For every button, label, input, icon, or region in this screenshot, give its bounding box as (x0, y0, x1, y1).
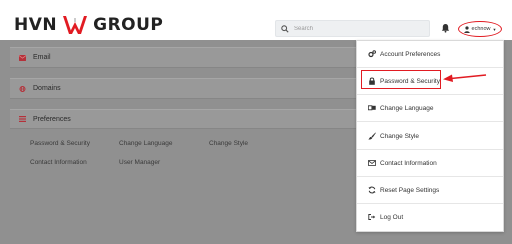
pref-link-user-manager[interactable]: User Manager (119, 159, 160, 166)
envelope-icon (19, 54, 26, 61)
logo-text-right: GROUP (93, 15, 164, 35)
user-name: echnow (471, 26, 491, 32)
menu-item-label: Reset Page Settings (380, 186, 440, 194)
pref-link-change-style[interactable]: Change Style (209, 140, 248, 147)
top-bar: HVN GROUP echnow ▼ (0, 0, 512, 40)
menu-item-log-out[interactable]: Log Out (357, 204, 503, 230)
envelope-outline-icon (368, 160, 376, 166)
refresh-icon (368, 186, 376, 194)
preferences-panel-title: Preferences (33, 115, 71, 123)
menu-item-label: Change Style (380, 132, 420, 140)
pref-link-password-security[interactable]: Password & Security (30, 140, 90, 147)
bell-icon[interactable] (441, 23, 450, 33)
email-panel[interactable]: Email (10, 47, 356, 68)
red-arrow-annotation (443, 74, 487, 82)
domains-panel[interactable]: Domains (10, 78, 356, 99)
sign-out-icon (368, 214, 376, 220)
menu-item-reset-page-settings[interactable]: Reset Page Settings (357, 177, 503, 203)
search-icon (281, 24, 289, 33)
caret-down-icon: ▼ (492, 26, 497, 32)
list-icon (19, 116, 26, 122)
pref-link-change-language[interactable]: Change Language (119, 140, 173, 147)
email-panel-title: Email (33, 54, 51, 61)
hvn-group-logo[interactable]: HVN GROUP (14, 14, 163, 36)
logo-mark-icon (63, 16, 88, 34)
account-dropdown-menu: Account Preferences Password & Security … (356, 40, 504, 232)
search-input[interactable] (294, 25, 424, 32)
brush-icon (368, 132, 376, 140)
menu-item-label: Account Preferences (380, 50, 441, 58)
highlight-box (361, 70, 441, 89)
menu-item-account-preferences[interactable]: Account Preferences (357, 41, 503, 67)
user-icon (463, 25, 470, 33)
search-box[interactable] (275, 20, 430, 37)
menu-divider (357, 121, 503, 122)
menu-item-change-language[interactable]: Change Language (357, 95, 503, 121)
preferences-panel[interactable]: Preferences (10, 109, 356, 129)
menu-item-change-style[interactable]: Change Style (357, 123, 503, 149)
gears-icon (368, 50, 376, 58)
menu-item-label: Contact Information (380, 159, 437, 167)
globe-icon (19, 85, 26, 92)
menu-item-label: Log Out (380, 213, 404, 221)
menu-item-label: Change Language (380, 104, 434, 112)
language-icon (368, 105, 376, 111)
user-menu-button[interactable]: echnow ▼ (458, 21, 502, 37)
domains-panel-title: Domains (33, 85, 61, 92)
pref-link-contact-information[interactable]: Contact Information (30, 159, 87, 166)
menu-item-contact-information[interactable]: Contact Information (357, 150, 503, 176)
logo-text-left: HVN (14, 15, 58, 35)
